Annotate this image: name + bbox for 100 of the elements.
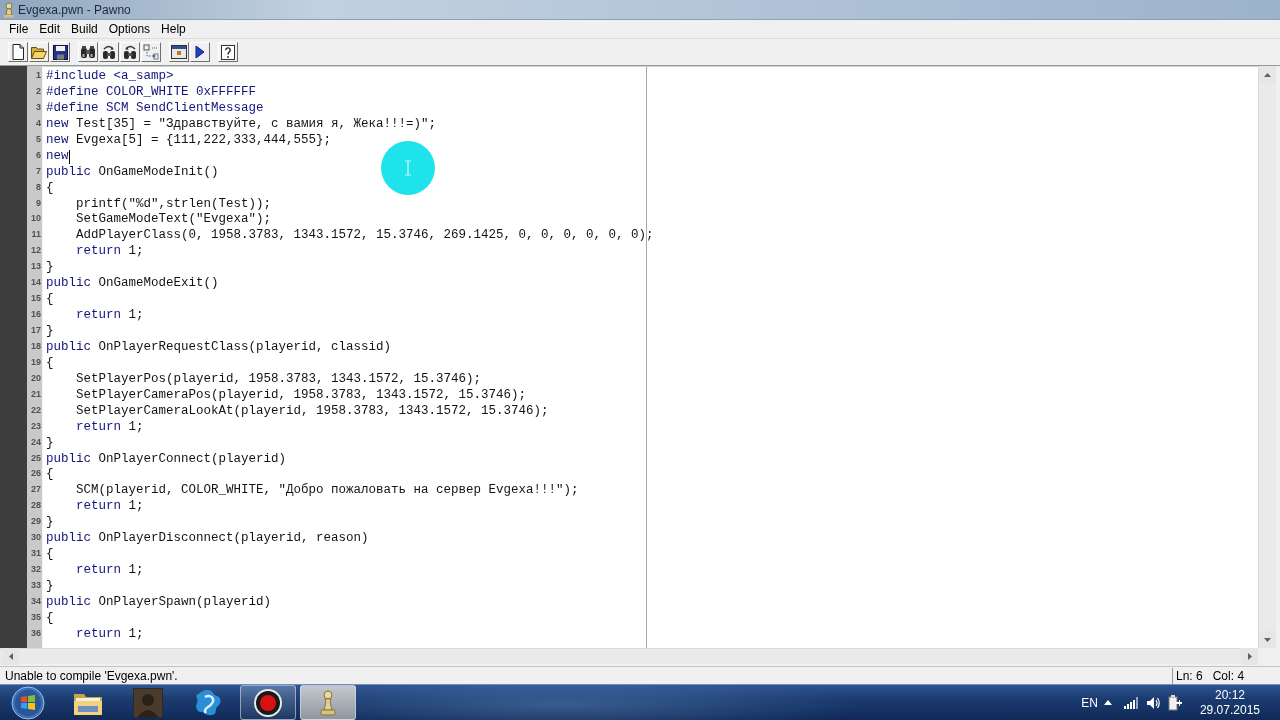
line-number: 24: [31, 435, 41, 449]
signal-bars-icon: [1123, 696, 1138, 709]
toolbar-button[interactable]: [169, 42, 189, 62]
toolbar-button[interactable]: [120, 42, 140, 62]
window-title: Evgexa.pwn - Pawno: [18, 2, 131, 17]
code-line: new Test[35] = "Здравствуйте, с вамия я, Жека!!!=)";: [46, 116, 437, 133]
open-folder-icon: [31, 45, 47, 59]
code-line: {: [46, 547, 54, 564]
line-number: 8: [36, 180, 41, 194]
code-line: public OnPlayerSpawn(playerid): [46, 594, 272, 611]
line-number: 5: [36, 132, 41, 146]
code-line: SCM(playerid, COLOR_WHITE, "Добро пожаловать на сервер Evgexa!!!");: [76, 483, 579, 500]
code-line: {: [46, 467, 54, 484]
toolbar-button[interactable]: [78, 42, 98, 62]
line-number: 36: [31, 626, 41, 640]
code-line: #include <a_samp>: [46, 69, 174, 85]
vertical-scrollbar[interactable]: [1258, 66, 1276, 648]
clock-date[interactable]: 29.07.2015: [1199, 702, 1260, 718]
code-line: return 1;: [76, 626, 144, 643]
menu-item[interactable]: Help: [156, 20, 191, 38]
line-number: 18: [31, 339, 41, 353]
line-number: 14: [31, 276, 41, 290]
code-line: #define SCM SendClientMessage: [46, 100, 264, 117]
menu-item[interactable]: File: [4, 20, 34, 38]
code-line: {: [46, 355, 54, 372]
binoculars-arrow-icon: [122, 44, 138, 60]
toolbar-button[interactable]: [99, 42, 119, 62]
speaker-icon: [1145, 695, 1160, 710]
line-number: 7: [36, 164, 41, 178]
taskbar-button[interactable]: [240, 685, 296, 720]
line-number: 19: [31, 355, 41, 369]
code-line: #define COLOR_WHITE 0xFFFFFF: [46, 84, 257, 101]
code-line: public OnGameModeExit(): [46, 276, 219, 293]
triangle-up-icon: [1103, 700, 1112, 705]
language-indicator[interactable]: EN: [1081, 695, 1098, 710]
toolbar-button[interactable]: [8, 42, 28, 62]
menu-item[interactable]: Edit: [34, 20, 66, 38]
clock-time[interactable]: 20:12: [1214, 687, 1245, 703]
code-line: return 1;: [76, 563, 144, 579]
menu-item[interactable]: Build: [66, 20, 103, 38]
line-number: 4: [36, 116, 41, 130]
code-line: public OnGameModeInit(): [46, 164, 219, 181]
new-file-icon: [11, 44, 25, 60]
cursor-highlight-icon: [380, 140, 436, 196]
code-line: return 1;: [76, 308, 144, 324]
code-line: SetPlayerPos(playerid, 1958.3783, 1343.1572, 15.3746);: [76, 371, 482, 388]
horizontal-scrollbar[interactable]: [0, 648, 1258, 664]
line-position: Ln: 6: [1176, 668, 1203, 683]
triangle-down-icon: [1264, 637, 1271, 642]
toolbar-button[interactable]: [50, 42, 70, 62]
line-number: 33: [31, 579, 41, 592]
code-line: {: [46, 610, 54, 627]
code-line: public OnPlayerDisconnect(playerid, reason): [46, 531, 369, 548]
dotted-arrow-icon: [143, 44, 159, 60]
toolbar-button[interactable]: [29, 42, 49, 62]
window-icon: [171, 45, 187, 59]
code-line: SetPlayerCameraPos(playerid, 1958.3783, 1343.1572, 15.3746);: [76, 387, 527, 404]
line-number: 26: [31, 467, 41, 481]
scroll-down-button[interactable]: [1259, 631, 1276, 648]
line-number: 30: [31, 531, 41, 545]
code-line: }: [46, 515, 54, 532]
chess-pawn-icon: [318, 688, 338, 717]
save-icon: [52, 44, 68, 60]
scroll-left-button[interactable]: [2, 648, 19, 665]
line-number: 11: [31, 228, 41, 242]
scroll-up-button[interactable]: [1259, 66, 1276, 83]
code-line: new: [46, 148, 69, 165]
line-number: 28: [31, 499, 41, 513]
triangle-right-icon: [1247, 653, 1252, 660]
line-number: 1: [36, 69, 41, 82]
line-number: 13: [31, 260, 41, 274]
chess-pawn-icon: [3, 1, 15, 18]
line-number: 31: [31, 547, 41, 561]
binoculars-icon: [80, 45, 96, 59]
code-line: public OnPlayerRequestClass(playerid, classid): [46, 339, 392, 356]
code-line: {: [46, 292, 54, 309]
line-number: 10: [31, 212, 41, 226]
line-number: 12: [31, 244, 41, 258]
code-line: {: [46, 180, 54, 197]
status-message: Unable to compile 'Evgexa.pwn'.: [4, 668, 179, 683]
triangle-up-icon: [1264, 72, 1271, 77]
menu-item[interactable]: Options: [103, 20, 156, 38]
line-number: 20: [31, 371, 41, 385]
line-number: 25: [31, 451, 41, 465]
battery-icon: [1167, 694, 1182, 711]
code-line: SetPlayerCameraLookAt(playerid, 1958.3783, 1343.1572, 15.3746);: [76, 403, 549, 420]
code-line: return 1;: [76, 244, 144, 261]
code-line: new Evgexa[5] = {111,222,333,444,555};: [46, 132, 332, 149]
start-orb-icon: [11, 685, 45, 720]
scroll-right-button[interactable]: [1241, 648, 1258, 665]
line-number: 3: [36, 100, 41, 114]
toolbar-button[interactable]: [190, 42, 210, 62]
line-number: 9: [36, 196, 41, 210]
line-number: 21: [31, 387, 41, 401]
line-number: 23: [31, 419, 41, 433]
line-number: 2: [36, 84, 41, 98]
play-icon: [195, 45, 205, 59]
binoculars-arrow-icon: [101, 44, 117, 60]
splash-icon: [193, 687, 223, 718]
toolbar-button[interactable]: [218, 42, 238, 62]
